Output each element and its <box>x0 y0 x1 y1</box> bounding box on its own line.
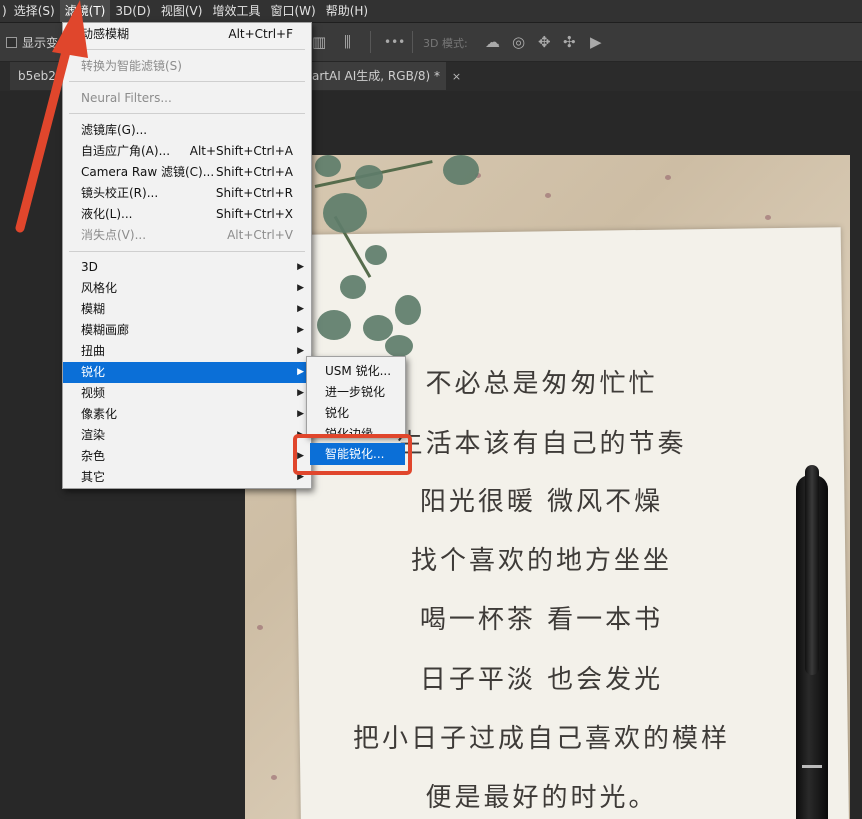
menu-item-unsharp-mask[interactable]: USM 锐化... <box>307 361 405 382</box>
poem-line: 便是最好的时光。 <box>425 783 658 813</box>
document-tab-active[interactable]: artAI AI生成, RGB/8) * × <box>310 62 461 90</box>
leaf <box>395 295 421 325</box>
submenu-arrow-icon: ▶ <box>297 283 304 293</box>
leaf <box>443 155 479 185</box>
sharpen-submenu: USM 锐化... 进一步锐化 锐化 锐化边缘 <box>306 356 406 436</box>
menu-plugins[interactable]: 增效工具 <box>207 0 265 22</box>
submenu-arrow-icon: ▶ <box>297 409 304 419</box>
menu-help[interactable]: 帮助(H) <box>321 0 373 22</box>
leaf <box>317 310 351 340</box>
submenu-blur[interactable]: 模糊 ▶ <box>63 299 311 320</box>
menu-divider <box>69 251 305 252</box>
poem-line: 阳光很暖 微风不燥 <box>419 487 664 517</box>
toolbar-separator <box>412 31 413 53</box>
annotation-highlight-box <box>293 434 412 475</box>
submenu-arrow-icon: ▶ <box>297 367 304 377</box>
more-options-button[interactable]: ••• <box>384 33 405 51</box>
leaf <box>315 155 341 177</box>
leaf <box>340 275 366 299</box>
menu-view[interactable]: 视图(V) <box>156 0 208 22</box>
slide-3d-icon[interactable]: ✣ <box>563 33 576 51</box>
poem-line: 把小日子过成自己喜欢的模样 <box>352 724 730 754</box>
poem-line: 找个喜欢的地方坐坐 <box>410 546 672 576</box>
roll-3d-icon[interactable]: ◎ <box>512 33 525 51</box>
pen <box>792 465 832 819</box>
menu-item-sharpen[interactable]: 锐化 <box>307 403 405 424</box>
annotation-arrow-icon <box>15 0 88 233</box>
3d-mode-label: 3D 模式: <box>423 37 468 50</box>
orbit-3d-icon[interactable]: ☁ <box>485 33 500 51</box>
menu-window[interactable]: 窗口(W) <box>265 0 320 22</box>
poem-line: 日子平淡 也会发光 <box>419 665 664 695</box>
leaf <box>365 245 387 265</box>
align-icon[interactable]: ⫼ <box>344 33 351 51</box>
drag-3d-icon[interactable]: ✥ <box>538 33 551 51</box>
submenu-video[interactable]: 视频 ▶ <box>63 383 311 404</box>
scale-3d-icon[interactable]: ▶ <box>590 33 602 51</box>
submenu-sharpen[interactable]: 锐化 ▶ <box>63 362 311 383</box>
submenu-blur-gallery[interactable]: 模糊画廊 ▶ <box>63 320 311 341</box>
submenu-render[interactable]: 渲染 ▶ <box>63 425 311 446</box>
submenu-arrow-icon: ▶ <box>297 388 304 398</box>
leaf <box>385 335 413 357</box>
submenu-3d[interactable]: 3D ▶ <box>63 257 311 278</box>
submenu-arrow-icon: ▶ <box>297 325 304 335</box>
distribute-icon[interactable]: ▥ <box>312 33 326 51</box>
submenu-other[interactable]: 其它 ▶ <box>63 467 311 488</box>
document-tab-title: artAI AI生成, RGB/8) * <box>312 69 440 83</box>
submenu-distort[interactable]: 扭曲 ▶ <box>63 341 311 362</box>
submenu-noise[interactable]: 杂色 ▶ <box>63 446 311 467</box>
poem-line: 喝一杯茶 看一本书 <box>419 605 664 635</box>
submenu-arrow-icon: ▶ <box>297 262 304 272</box>
toolbar-separator <box>370 31 371 53</box>
menu-item-sharpen-more[interactable]: 进一步锐化 <box>307 382 405 403</box>
document-image: 不必总是匆匆忙忙 生活本该有自己的节奏 阳光很暖 微风不燥 找个喜欢的地方坐坐 … <box>245 155 850 819</box>
leaf <box>323 193 367 233</box>
submenu-pixelate[interactable]: 像素化 ▶ <box>63 404 311 425</box>
submenu-arrow-icon: ▶ <box>297 346 304 356</box>
leaf <box>355 165 383 189</box>
submenu-arrow-icon: ▶ <box>297 304 304 314</box>
submenu-stylize[interactable]: 风格化 ▶ <box>63 278 311 299</box>
close-tab-icon[interactable]: × <box>452 70 461 83</box>
